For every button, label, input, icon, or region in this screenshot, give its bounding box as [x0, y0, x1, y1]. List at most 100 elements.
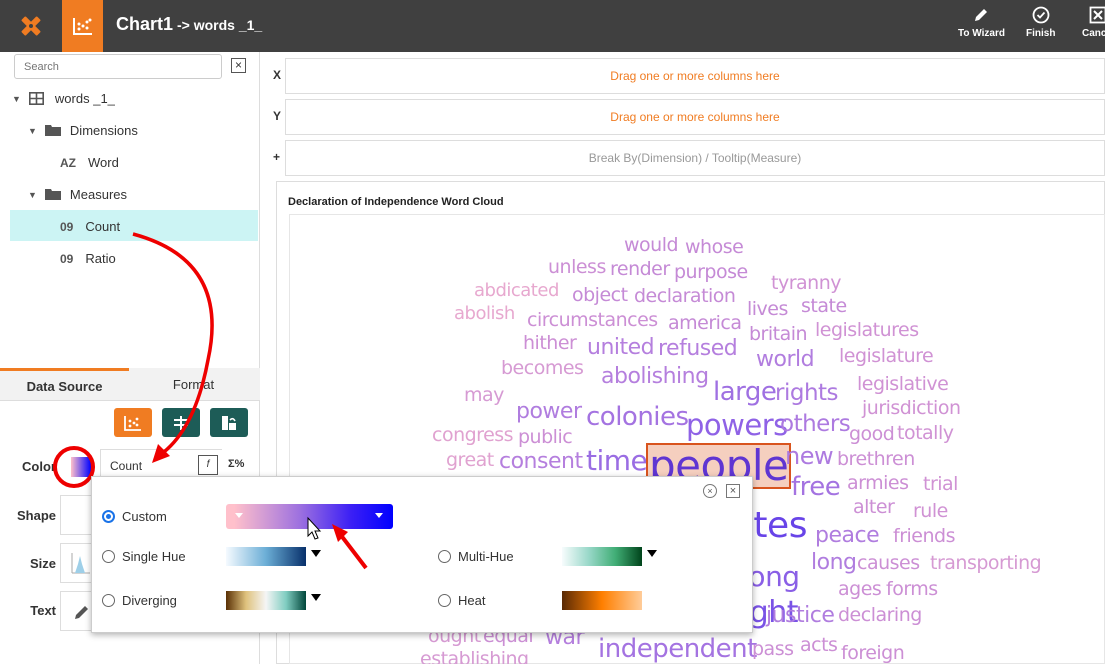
word-legislative[interactable]: legislative [857, 375, 949, 394]
word-power[interactable]: power [516, 401, 582, 423]
word-becomes[interactable]: becomes [501, 359, 584, 378]
word-pass[interactable]: pass [752, 640, 794, 659]
word-abdicated[interactable]: abdicated [474, 282, 559, 300]
word-world[interactable]: world [756, 349, 815, 371]
diverging-gradient[interactable] [226, 591, 306, 610]
word-america[interactable]: america [668, 314, 742, 333]
word-may[interactable]: may [464, 386, 504, 405]
radio-custom[interactable] [102, 510, 115, 523]
field-ratio[interactable]: 09 Ratio [60, 251, 116, 266]
word-powers[interactable]: powers [686, 411, 788, 440]
word-friends[interactable]: friends [893, 527, 955, 546]
word-totally[interactable]: totally [897, 424, 954, 443]
word-abolishing[interactable]: abolishing [601, 366, 709, 388]
word-alter[interactable]: alter [853, 498, 895, 517]
word-purpose[interactable]: purpose [674, 263, 748, 282]
word-state[interactable]: state [801, 297, 847, 316]
word-peace[interactable]: peace [815, 525, 880, 547]
formula-icon[interactable]: f [198, 455, 218, 475]
to-wizard-button[interactable]: To Wizard [958, 6, 1005, 39]
expand-icon[interactable]: ▼ [28, 190, 37, 200]
clear-search-icon[interactable]: × [231, 58, 246, 73]
tab-data-source[interactable]: Data Source [0, 368, 129, 401]
app-logo[interactable] [0, 0, 62, 52]
word-establishing[interactable]: establishing [420, 650, 529, 664]
word-new[interactable]: new [785, 444, 834, 468]
break-by-dropzone[interactable]: Break By(Dimension) / Tooltip(Measure) [285, 140, 1105, 176]
finish-button[interactable]: Finish [1026, 6, 1055, 39]
word-foreign[interactable]: foreign [841, 644, 905, 663]
word-hither[interactable]: hither [523, 334, 577, 353]
custom-gradient-picker[interactable] [226, 504, 393, 529]
word-would[interactable]: would [624, 236, 679, 255]
word-colonies[interactable]: colonies [586, 404, 689, 430]
word-acts[interactable]: acts [800, 636, 838, 655]
x-dropzone[interactable]: Drag one or more columns here [285, 58, 1105, 94]
filter-action-button[interactable] [162, 408, 200, 437]
expand-icon[interactable]: ▼ [12, 94, 21, 104]
radio-single-hue[interactable] [102, 550, 115, 563]
word-congress[interactable]: congress [432, 426, 514, 445]
word-brethren[interactable]: brethren [837, 450, 915, 469]
word-whose[interactable]: whose [685, 238, 744, 257]
word-object[interactable]: object [572, 286, 628, 305]
word-render[interactable]: render [610, 260, 670, 279]
reset-icon[interactable]: × [703, 484, 717, 498]
word-free[interactable]: free [791, 474, 841, 500]
expand-icon[interactable]: ▼ [28, 126, 37, 136]
word-ages[interactable]: ages [838, 580, 882, 599]
tree-measures[interactable]: ▼ Measures [28, 187, 127, 202]
field-count[interactable]: 09 Count [60, 219, 120, 234]
word-unless[interactable]: unless [548, 258, 606, 277]
word-public[interactable]: public [518, 428, 573, 447]
cancel-button[interactable]: Cancel [1082, 6, 1105, 39]
word-independent[interactable]: independent [598, 636, 757, 662]
multi-hue-dropdown-icon[interactable] [647, 550, 657, 557]
word-refused[interactable]: refused [658, 338, 738, 360]
swap-action-button[interactable] [210, 408, 248, 437]
radio-diverging[interactable] [102, 594, 115, 607]
chart-type-action-button[interactable] [114, 408, 152, 437]
word-long[interactable]: long [811, 552, 857, 574]
word-time[interactable]: time [586, 447, 648, 475]
heat-gradient[interactable] [562, 591, 642, 610]
single-hue-gradient[interactable] [226, 547, 306, 566]
word-united[interactable]: united [587, 337, 655, 359]
word-large[interactable]: large [713, 379, 777, 405]
y-dropzone[interactable]: Drag one or more columns here [285, 99, 1105, 135]
word-abolish[interactable]: abolish [454, 305, 515, 323]
word-justice[interactable]: justice [766, 605, 835, 627]
word-declaration[interactable]: declaration [634, 287, 736, 306]
word-causes[interactable]: causes [857, 554, 920, 573]
word-consent[interactable]: consent [499, 451, 583, 473]
single-hue-dropdown-icon[interactable] [311, 550, 321, 557]
chart-type-button[interactable] [62, 0, 103, 52]
word-declaring[interactable]: declaring [838, 606, 922, 625]
field-word[interactable]: AZ Word [60, 155, 119, 170]
word-britain[interactable]: britain [749, 325, 808, 344]
multi-hue-gradient[interactable] [562, 547, 642, 566]
radio-multi-hue[interactable] [438, 550, 451, 563]
word-legislatures[interactable]: legislatures [815, 321, 919, 340]
diverging-dropdown-icon[interactable] [311, 594, 321, 601]
word-rule[interactable]: rule [913, 502, 948, 521]
word-tyranny[interactable]: tyranny [771, 274, 841, 293]
word-legislature[interactable]: legislature [839, 347, 934, 366]
tree-dimensions[interactable]: ▼ Dimensions [28, 123, 138, 138]
word-transporting[interactable]: transporting [930, 554, 1042, 573]
word-rights[interactable]: rights [775, 382, 839, 405]
close-icon[interactable]: × [726, 484, 740, 498]
tab-format[interactable]: Format [129, 368, 258, 401]
tree-source[interactable]: ▼ words _1_ [12, 91, 115, 106]
word-lives[interactable]: lives [747, 300, 788, 319]
color-swatch[interactable] [71, 457, 91, 477]
radio-heat[interactable] [438, 594, 451, 607]
word-trial[interactable]: trial [923, 475, 958, 494]
end-color-dropdown-icon[interactable] [375, 513, 383, 518]
word-forms[interactable]: forms [886, 580, 938, 599]
word-jurisdiction[interactable]: jurisdiction [862, 399, 961, 418]
start-color-dropdown-icon[interactable] [235, 513, 243, 518]
word-armies[interactable]: armies [847, 474, 909, 493]
word-circumstances[interactable]: circumstances [527, 311, 658, 330]
word-great[interactable]: great [446, 451, 494, 470]
